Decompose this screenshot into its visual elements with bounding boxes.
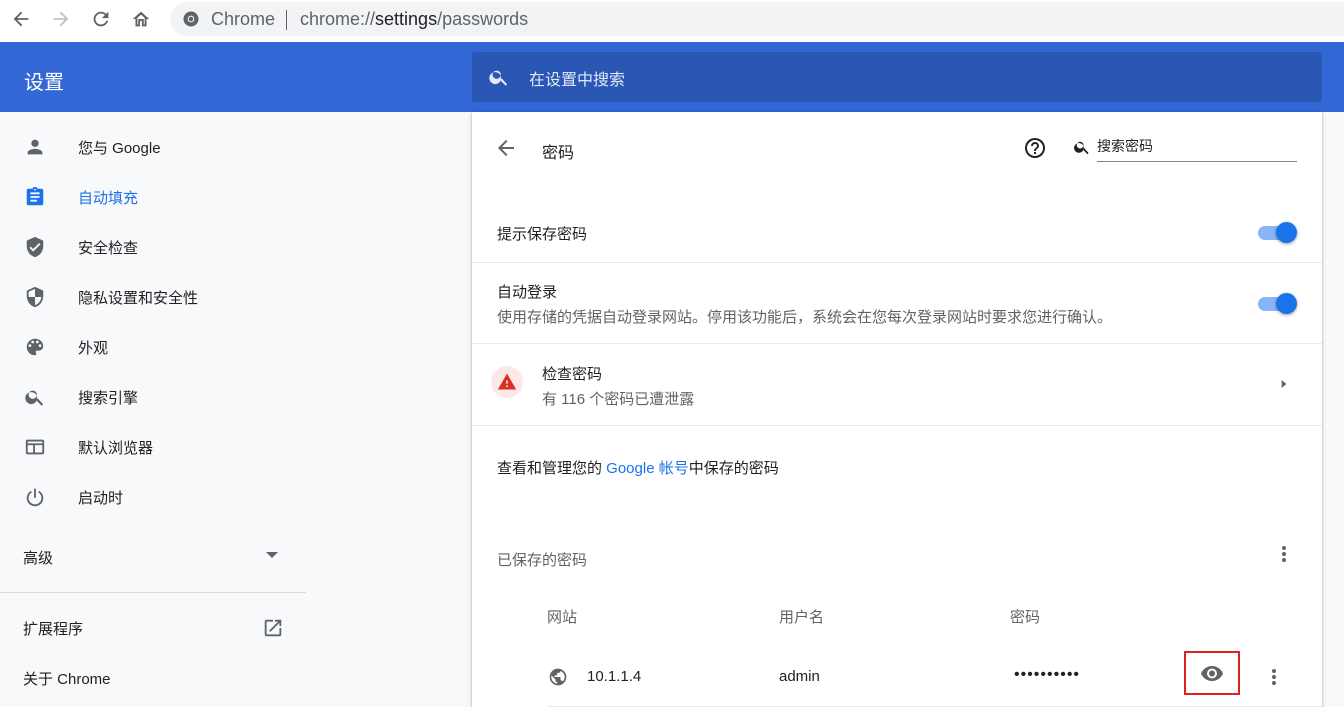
person-icon	[23, 135, 47, 159]
sidebar-item-label: 安全检查	[78, 239, 139, 257]
arrow-left-icon	[13, 11, 29, 27]
home-button[interactable]	[126, 6, 156, 32]
sidebar-item-appearance[interactable]: 外观	[0, 325, 306, 369]
browser-toolbar: Chrome chrome://settings/passwords	[0, 0, 1344, 42]
reload-icon	[93, 11, 109, 27]
manage-suffix: 中保存的密码	[688, 460, 779, 477]
globe-icon	[549, 668, 567, 686]
eye-icon	[1201, 666, 1223, 681]
passwords-card: 密码 搜索密码 提示保存密码 自动登录 使用存储的凭据自动登录网站。停用该功能后…	[472, 112, 1322, 707]
search-icon	[23, 385, 47, 409]
sidebar-divider	[0, 592, 306, 593]
url-prefix: chrome://	[300, 9, 376, 29]
manage-prefix: 查看和管理您的	[497, 460, 607, 477]
toggle-knob	[1276, 222, 1297, 243]
sidebar-item-label: 启动时	[78, 489, 124, 507]
open-in-new-icon	[264, 619, 282, 637]
warning-badge	[491, 366, 523, 398]
column-header-password: 密码	[1010, 609, 1041, 626]
check-passwords-title[interactable]: 检查密码	[542, 363, 602, 384]
auto-signin-toggle[interactable]	[1258, 293, 1298, 314]
sidebar-item-label: 默认浏览器	[78, 439, 154, 457]
about-label: 关于 Chrome	[23, 670, 111, 688]
chevron-down-icon	[266, 552, 278, 558]
sidebar-item-label: 您与 Google	[78, 139, 161, 157]
offer-to-save-toggle[interactable]	[1258, 222, 1298, 243]
extensions-label: 扩展程序	[23, 620, 84, 638]
toggle-knob	[1276, 293, 1297, 314]
search-icon	[489, 70, 508, 86]
url-text: chrome://settings/passwords	[300, 9, 528, 30]
column-header-site: 网站	[547, 609, 578, 626]
sidebar-item-on-startup[interactable]: 启动时	[0, 475, 306, 519]
sidebar-item-about-chrome[interactable]: 关于 Chrome	[0, 656, 306, 700]
power-icon	[23, 485, 47, 509]
advanced-label: 高级	[23, 549, 54, 567]
sidebar-item-label: 隐私设置和安全性	[78, 289, 199, 307]
sidebar-item-label: 外观	[78, 339, 109, 357]
settings-search-input[interactable]: 在设置中搜索	[472, 52, 1322, 102]
warning-icon	[497, 373, 517, 390]
sidebar-item-you-and-google[interactable]: 您与 Google	[0, 125, 306, 169]
more-vert-icon[interactable]	[1262, 665, 1286, 689]
chevron-right-icon[interactable]	[1277, 377, 1291, 391]
auto-signin-label: 自动登录	[497, 284, 558, 301]
page-title: 设置	[24, 72, 64, 94]
saved-passwords-heading: 已保存的密码	[497, 552, 588, 569]
shield-check-icon	[23, 235, 47, 259]
more-vert-icon[interactable]	[1272, 542, 1296, 566]
reload-button[interactable]	[86, 6, 116, 32]
sidebar-item-advanced[interactable]: 高级	[0, 535, 306, 579]
sidebar-item-safety-check[interactable]: 安全检查	[0, 225, 306, 269]
sidebar-item-label: 自动填充	[78, 189, 139, 207]
row-separator	[472, 343, 1322, 344]
assignment-icon	[23, 185, 47, 209]
shield-half-icon	[23, 285, 47, 309]
sidebar-item-privacy[interactable]: 隐私设置和安全性	[0, 275, 306, 319]
arrow-right-icon	[53, 11, 69, 27]
sidebar-item-search-engine[interactable]: 搜索引擎	[0, 375, 306, 419]
settings-header: 设置 在设置中搜索	[0, 42, 1344, 112]
chrome-logo-icon	[183, 11, 199, 27]
site-name: Chrome	[211, 9, 276, 29]
arrow-left-icon[interactable]	[494, 136, 518, 160]
row-separator	[472, 425, 1322, 426]
url-host: settings	[375, 9, 438, 29]
settings-sidebar: 您与 Google 自动填充 安全检查 隐私设置和安全性 外观 搜索引擎 默认浏…	[0, 112, 306, 707]
manage-in-account-text: 查看和管理您的 Google 帐号中保存的密码	[497, 457, 779, 478]
back-button[interactable]	[6, 6, 36, 32]
sidebar-item-extensions[interactable]: 扩展程序	[0, 606, 306, 650]
row-separator	[472, 262, 1322, 263]
google-account-link[interactable]: Google 帐号	[606, 460, 689, 477]
search-icon	[1074, 141, 1089, 155]
column-header-username: 用户名	[779, 609, 825, 626]
search-placeholder: 在设置中搜索	[529, 72, 626, 89]
password-search-input[interactable]: 搜索密码	[1097, 132, 1297, 162]
forward-button[interactable]	[46, 6, 76, 32]
home-icon	[132, 11, 150, 27]
sidebar-item-label: 搜索引擎	[78, 389, 139, 407]
saved-password-masked: ••••••••••	[1014, 666, 1081, 683]
palette-icon	[23, 335, 47, 359]
omnibox-divider	[286, 10, 287, 30]
sidebar-item-default-browser[interactable]: 默认浏览器	[0, 425, 306, 469]
address-bar[interactable]: Chrome chrome://settings/passwords	[170, 2, 1344, 36]
offer-to-save-label: 提示保存密码	[497, 226, 588, 243]
show-password-button[interactable]	[1184, 651, 1240, 695]
subpage-title: 密码	[542, 145, 575, 162]
browser-window-icon	[23, 435, 47, 459]
help-icon[interactable]	[1023, 136, 1047, 160]
saved-site: 10.1.1.4	[587, 668, 642, 685]
saved-username: admin	[779, 668, 820, 685]
auto-signin-description: 使用存储的凭据自动登录网站。停用该功能后，系统会在您每次登录网站时要求您进行确认…	[497, 309, 1113, 326]
compromised-count: 有 116 个密码已遭泄露	[542, 391, 695, 408]
sidebar-item-autofill[interactable]: 自动填充	[0, 175, 306, 219]
url-path: /passwords	[437, 9, 529, 29]
